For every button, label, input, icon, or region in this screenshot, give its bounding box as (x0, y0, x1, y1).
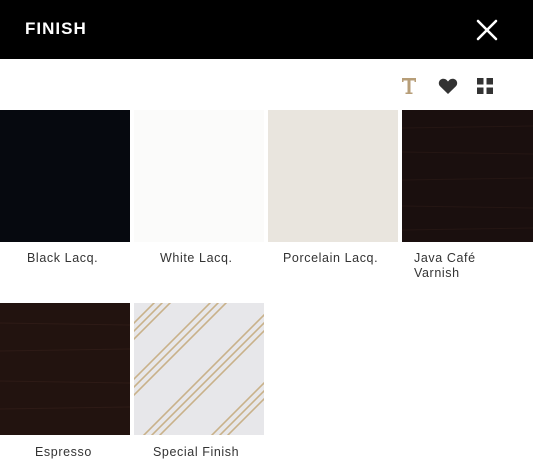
finish-swatch-porcelain-lacq[interactable] (268, 110, 398, 242)
finish-swatch-java-cafe-varnish[interactable] (402, 110, 533, 242)
finish-label: White Lacq. (160, 251, 233, 265)
black-lacquer-swatch (0, 110, 130, 242)
finish-label: Special Finish (153, 445, 240, 459)
modal-header: FINISH (0, 0, 533, 59)
finish-label-line2: Varnish (414, 266, 460, 280)
finish-label: Black Lacq. (27, 251, 99, 265)
finish-swatch-special-finish[interactable] (134, 303, 264, 435)
close-icon (476, 19, 498, 41)
special-finish-swatch (134, 303, 264, 435)
text-t-icon[interactable] (397, 74, 421, 98)
modal-title: FINISH (25, 19, 87, 38)
finish-label: Porcelain Lacq. (283, 251, 379, 265)
finish-label: Espresso (35, 445, 92, 459)
finish-swatch-white-lacq[interactable] (134, 110, 264, 242)
java-cafe-swatch (402, 110, 533, 242)
heart-icon[interactable] (436, 74, 460, 98)
porcelain-lacquer-swatch (268, 110, 398, 242)
white-lacquer-swatch (134, 110, 264, 242)
close-button[interactable] (472, 15, 502, 45)
finish-swatch-black-lacq[interactable] (0, 110, 130, 242)
espresso-swatch (0, 303, 130, 435)
finish-swatch-espresso[interactable] (0, 303, 130, 435)
finish-label: Java Café (414, 251, 476, 265)
grid-icon[interactable] (473, 74, 497, 98)
